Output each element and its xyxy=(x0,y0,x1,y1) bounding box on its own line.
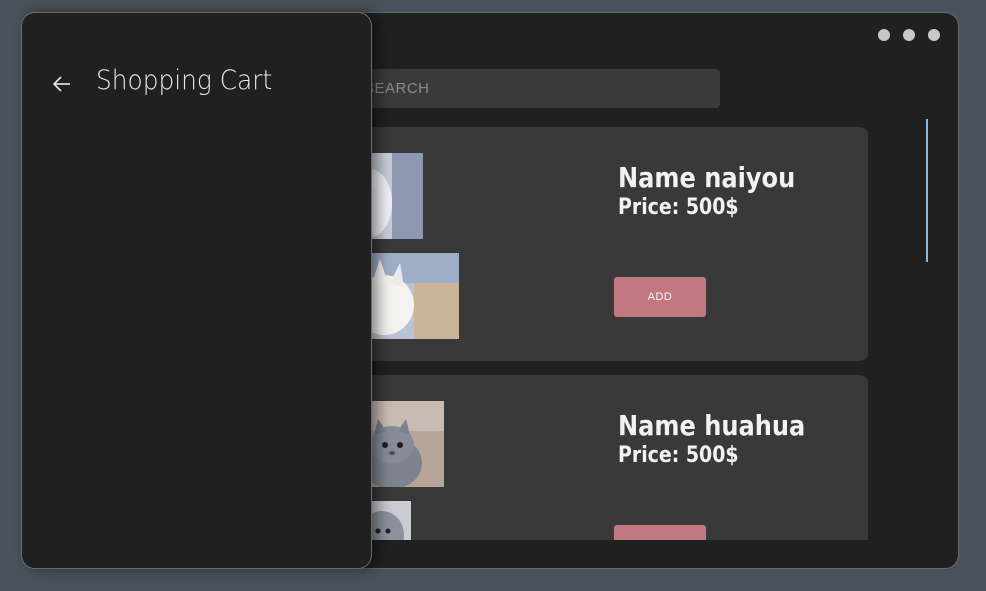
window-menu[interactable] xyxy=(878,29,940,41)
scrollbar[interactable] xyxy=(926,119,928,262)
menu-dot-icon[interactable] xyxy=(878,29,890,41)
product-name: Name huahua xyxy=(618,409,806,442)
product-card: Name huahua Price: 500$ xyxy=(352,375,868,540)
arrow-left-icon[interactable] xyxy=(50,71,76,97)
add-to-cart-button[interactable]: ADD xyxy=(614,277,706,317)
product-name: Name naiyou xyxy=(618,161,796,194)
menu-dot-icon[interactable] xyxy=(928,29,940,41)
menu-dot-icon[interactable] xyxy=(903,29,915,41)
product-card: Name naiyou Price: 500$ ADD xyxy=(352,127,868,361)
add-to-cart-button[interactable] xyxy=(614,525,706,540)
product-list[interactable]: Name naiyou Price: 500$ ADD Name huahua … xyxy=(352,127,868,540)
shopping-cart-drawer: Shopping Cart xyxy=(21,12,372,569)
product-price: Price: 500$ xyxy=(618,195,739,220)
search-input[interactable] xyxy=(354,69,720,108)
drawer-title: Shopping Cart xyxy=(96,65,273,96)
product-price: Price: 500$ xyxy=(618,443,739,468)
